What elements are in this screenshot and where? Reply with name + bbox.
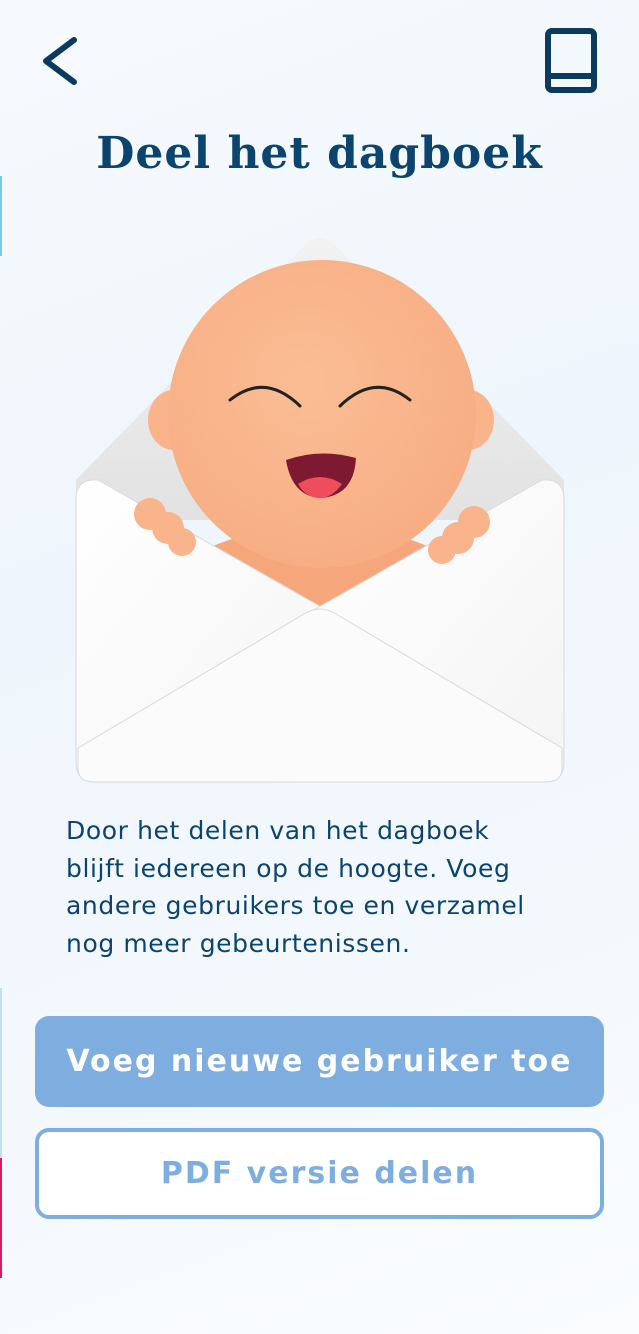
description-line: nog meer gebeurtenissen. [66,928,411,958]
chevron-left-icon [43,37,77,85]
diary-button[interactable] [536,24,606,98]
baby-head [168,260,476,568]
back-button[interactable] [30,28,90,94]
edge-strip-blue [0,176,2,256]
share-description: Door het delen van het dagboek blijft ie… [66,812,566,962]
share-pdf-button[interactable]: PDF versie delen [35,1128,604,1219]
book-icon [545,28,597,93]
edge-strip-pink [0,1158,2,1278]
baby-in-envelope-illustration [75,238,565,783]
edge-strip-light-blue [0,988,2,1158]
page-title: Deel het dagboek [96,128,543,179]
description-line: Door het delen van het dagboek [66,816,490,845]
description-line: andere gebruikers toe en verzamel [66,891,525,920]
description-line: blijft iedereen op de hoogte. Voeg [66,853,511,883]
add-user-button[interactable]: Voeg nieuwe gebruiker toe [35,1016,604,1107]
